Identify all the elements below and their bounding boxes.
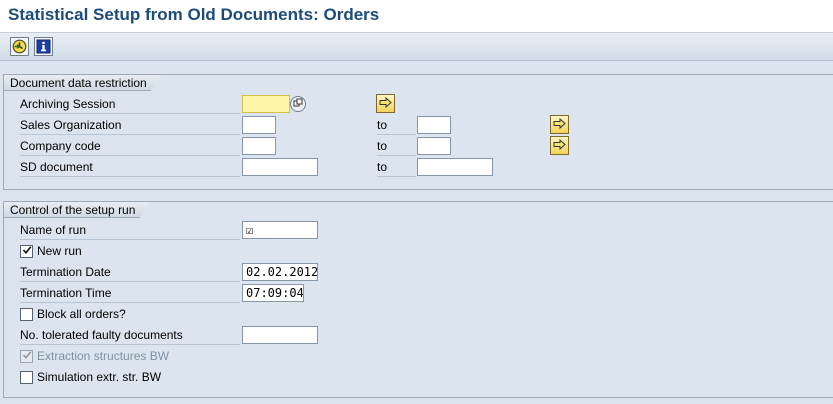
company-code-to-label: to	[377, 137, 416, 156]
archiving-session-value-help[interactable]	[290, 96, 306, 112]
checkmark-icon	[22, 350, 32, 363]
sales-organization-to-label: to	[377, 116, 416, 135]
label-company-code: Company code	[20, 137, 240, 156]
group-title: Control of the setup run	[4, 202, 149, 218]
sd-document-to-input[interactable]	[417, 158, 493, 176]
sd-document-from-input[interactable]	[242, 158, 318, 176]
company-code-from-input[interactable]	[242, 137, 276, 155]
block-all-orders-label: Block all orders?	[37, 307, 126, 321]
extraction-structures-label: Extraction structures BW	[37, 349, 170, 363]
application-toolbar	[0, 33, 833, 61]
execute-icon	[12, 39, 27, 54]
execute-button[interactable]	[10, 37, 29, 56]
label-termination-time: Termination Time	[20, 284, 240, 303]
new-run-label: New run	[37, 244, 82, 258]
sales-organization-to-input[interactable]	[417, 116, 451, 134]
archiving-session-multiple-selection[interactable]	[376, 94, 395, 113]
info-button[interactable]	[34, 37, 53, 56]
new-run-checkbox[interactable]	[20, 245, 33, 258]
info-icon	[36, 39, 51, 54]
simulation-label: Simulation extr. str. BW	[37, 370, 162, 384]
arrow-right-icon	[553, 138, 566, 153]
label-archiving-session: Archiving Session	[20, 95, 240, 114]
sales-organization-from-input[interactable]	[242, 116, 276, 134]
sd-document-to-label: to	[377, 158, 416, 177]
page-title: Statistical Setup from Old Documents: Or…	[8, 5, 380, 24]
tolerated-faulty-documents-input[interactable]	[242, 326, 318, 344]
termination-date-input[interactable]: 02.02.2012	[242, 263, 318, 281]
title-bar: Statistical Setup from Old Documents: Or…	[0, 0, 833, 33]
termination-time-input[interactable]: 07:09:04	[242, 284, 304, 302]
block-all-orders-checkbox[interactable]	[20, 308, 33, 321]
label-tolerated-faulty-documents: No. tolerated faulty documents	[20, 326, 240, 345]
company-code-multiple-selection[interactable]	[550, 136, 569, 155]
extraction-structures-checkbox	[20, 350, 33, 363]
archiving-session-input[interactable]	[242, 95, 290, 113]
company-code-to-input[interactable]	[417, 137, 451, 155]
name-of-run-input[interactable]: ☑	[242, 221, 318, 239]
group-document-data-restriction: Document data restriction Archiving Sess…	[3, 74, 833, 190]
value-help-icon	[293, 98, 303, 111]
checkmark-icon	[22, 245, 32, 258]
group-control-setup-run: Control of the setup run Name of run ☑ N…	[3, 201, 833, 398]
simulation-checkbox[interactable]	[20, 371, 33, 384]
arrow-right-icon	[379, 96, 392, 111]
group-title: Document data restriction	[4, 75, 161, 91]
label-name-of-run: Name of run	[20, 221, 240, 240]
label-termination-date: Termination Date	[20, 263, 240, 282]
arrow-right-icon	[553, 117, 566, 132]
sales-organization-multiple-selection[interactable]	[550, 115, 569, 134]
label-sd-document: SD document	[20, 158, 240, 177]
label-sales-organization: Sales Organization	[20, 116, 240, 135]
